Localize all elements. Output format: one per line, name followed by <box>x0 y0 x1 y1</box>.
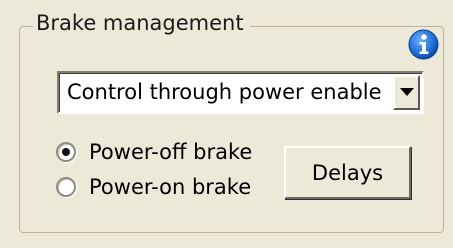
radio-button-power-on[interactable] <box>56 177 76 197</box>
radio-power-off-brake[interactable]: Power-off brake <box>56 138 252 166</box>
chevron-down-icon <box>400 88 414 96</box>
group-title: Brake management <box>33 9 250 37</box>
radio-label-power-off: Power-off brake <box>89 140 253 164</box>
radio-power-on-brake[interactable]: Power-on brake <box>56 173 251 201</box>
select-dropdown-button[interactable] <box>393 75 420 110</box>
info-icon[interactable] <box>408 29 439 60</box>
brake-control-select-value: Control through power enable <box>67 80 382 104</box>
radio-button-power-off[interactable] <box>56 142 76 162</box>
radio-label-power-on: Power-on brake <box>89 175 252 199</box>
brake-management-groupbox <box>19 26 444 233</box>
delays-button[interactable]: Delays <box>284 146 411 199</box>
brake-control-select[interactable]: Control through power enable <box>57 71 424 114</box>
radio-selected-dot <box>62 148 70 156</box>
brake-management-panel: Brake management Control through power e… <box>0 0 453 248</box>
